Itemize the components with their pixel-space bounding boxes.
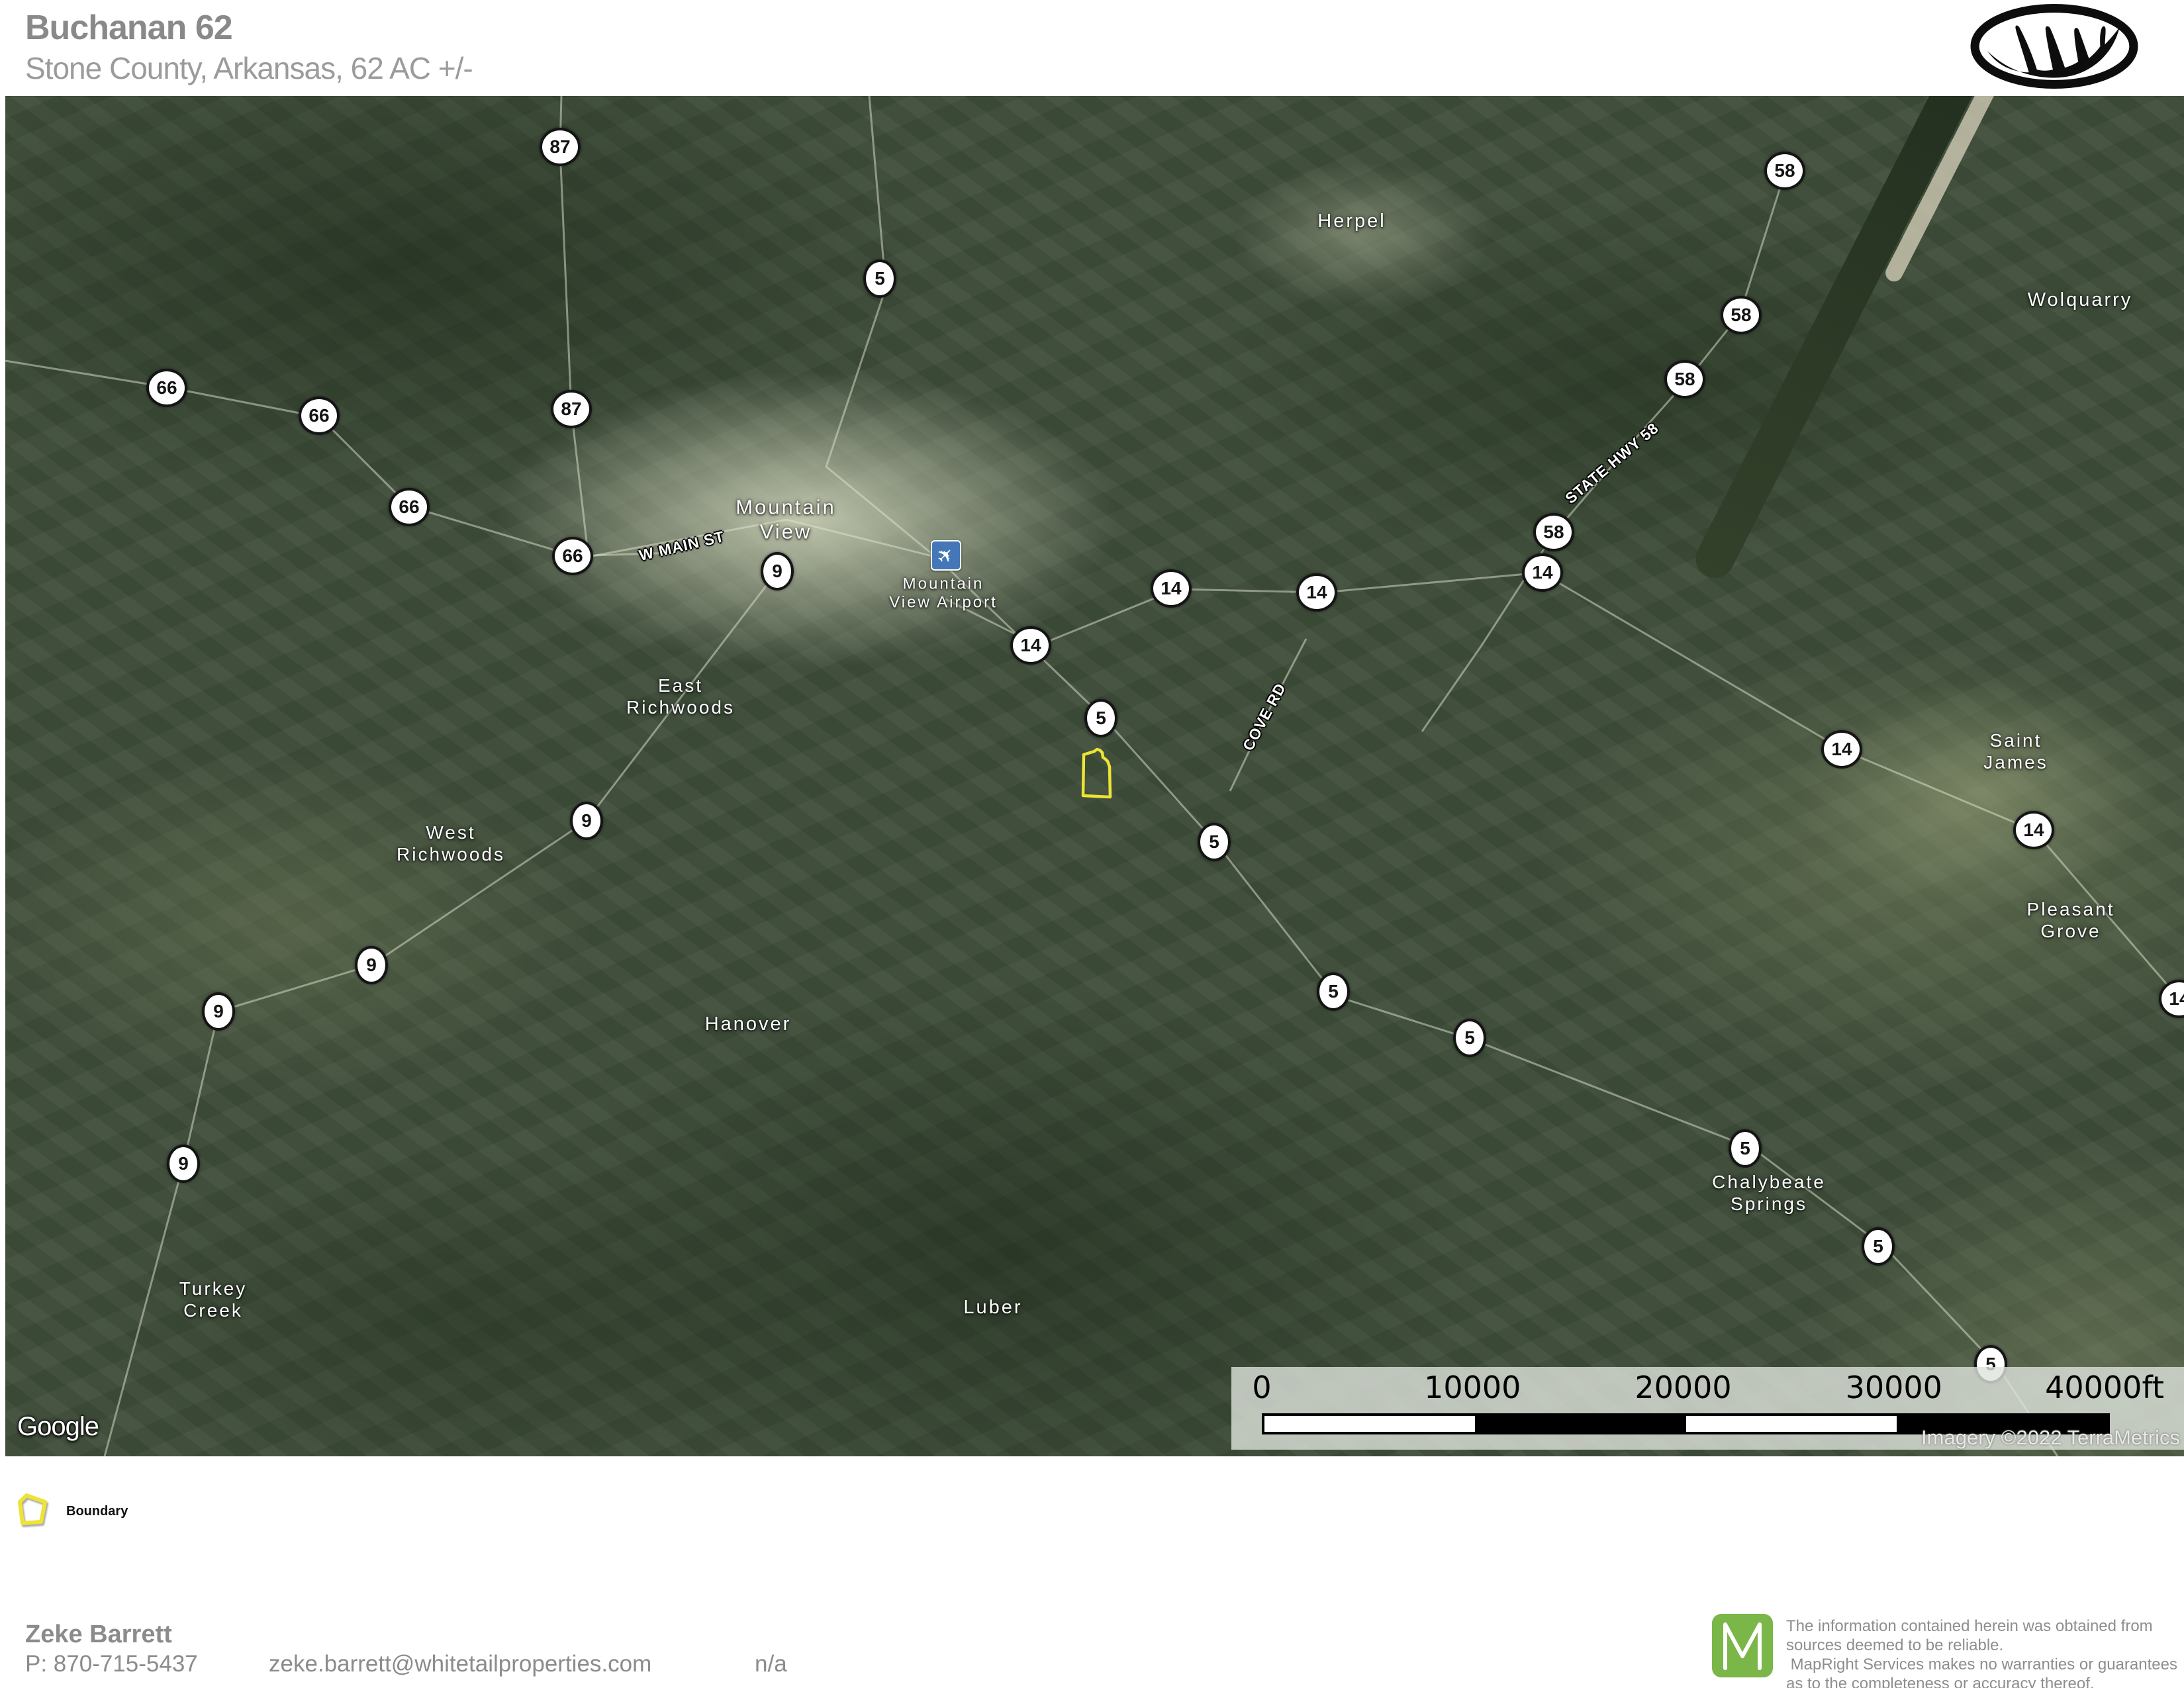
disclaimer-line: MapRight Services makes no warranties or… <box>1786 1655 2183 1674</box>
place-label-line: Luber <box>963 1296 1022 1319</box>
highway-shield-58: 58 <box>1533 513 1574 551</box>
highway-shield-58: 58 <box>1664 360 1705 399</box>
scale-segment <box>1475 1416 1685 1432</box>
scale-tick-30000: 30000 <box>1846 1370 1942 1408</box>
highway-shield-9: 9 <box>761 552 794 590</box>
boundary-legend-label: Boundary <box>66 1504 128 1519</box>
highway-shield-5: 5 <box>1453 1019 1486 1057</box>
place-label-hanover: Hanover <box>705 1013 792 1035</box>
highway-shield-9: 9 <box>570 802 603 840</box>
highway-shield-14: 14 <box>1821 730 1862 769</box>
scale-segment <box>1686 1416 1897 1432</box>
satellite-map[interactable]: ✈ 87875555555599999585858586666666614141… <box>5 96 2184 1456</box>
scale-tick-10000: 10000 <box>1424 1370 1521 1408</box>
highway-shield-66: 66 <box>552 537 593 575</box>
place-label-line: West <box>397 821 505 843</box>
agent-email[interactable]: zeke.barrett@whitetailproperties.com <box>269 1651 651 1677</box>
place-label-line: Saint <box>1983 729 2048 751</box>
place-label-chalybeate-springs: ChalybeateSprings <box>1712 1171 1826 1215</box>
place-label-line: East <box>626 675 735 696</box>
highway-shield-66: 66 <box>146 369 187 407</box>
highway-shield-5: 5 <box>863 259 896 298</box>
page-subtitle: Stone County, Arkansas, 62 AC +/- <box>25 50 473 86</box>
place-label-line: Pleasant <box>2027 898 2115 920</box>
place-label-line: Grove <box>2027 920 2115 942</box>
highway-shield-87: 87 <box>540 128 581 166</box>
scale-tick-20000: 20000 <box>1635 1370 1731 1408</box>
imagery-attribution: Imagery ©2022 TerraMetrics <box>1921 1426 2180 1450</box>
place-label-line: Chalybeate <box>1712 1171 1826 1193</box>
place-label-line: James <box>1983 751 2048 773</box>
mapright-logo-icon <box>1712 1614 1773 1677</box>
disclaimer-line: sources deemed to be reliable. <box>1786 1636 2183 1655</box>
place-label-mountain-view: MountainView <box>736 495 836 543</box>
place-label-line: Creek <box>179 1299 248 1321</box>
highway-shield-5: 5 <box>1084 699 1117 737</box>
disclaimer-text: The information contained herein was obt… <box>1786 1617 2183 1688</box>
highway-shield-14: 14 <box>1010 626 1051 665</box>
property-boundary-polygon[interactable] <box>1079 747 1119 806</box>
highway-shield-14: 14 <box>2013 811 2054 849</box>
property-map-report: Buchanan 62 Stone County, Arkansas, 62 A… <box>0 0 2184 1688</box>
scale-tick-40000ft: 40000ft <box>2045 1370 2164 1408</box>
highway-shield-9: 9 <box>167 1145 200 1183</box>
whitetail-antler-logo-icon <box>1968 3 2141 90</box>
page-title: Buchanan 62 <box>25 8 232 48</box>
place-label-line: Herpel <box>1317 210 1386 232</box>
scale-panel: 0 10000 20000 30000 40000ft Imagery ©2022 Te… <box>1231 1367 2184 1450</box>
scale-segment <box>1264 1416 1475 1432</box>
place-label-line: Mountain <box>736 495 836 520</box>
highway-shield-58: 58 <box>1721 296 1762 334</box>
airplane-glyph: ✈ <box>932 541 961 570</box>
highway-shield-66: 66 <box>299 397 340 435</box>
place-label-line: View Airport <box>889 594 998 612</box>
airport-icon: ✈ <box>931 540 961 571</box>
place-label-line: Springs <box>1712 1193 1826 1215</box>
agent-phone: P: 870-715-5437 <box>25 1651 198 1677</box>
highway-shield-58: 58 <box>1764 152 1805 190</box>
agent-name: Zeke Barrett <box>25 1620 172 1649</box>
highway-shield-5: 5 <box>1862 1227 1895 1266</box>
place-label-east-richwoods: EastRichwoods <box>626 675 735 718</box>
place-label-line: Hanover <box>705 1013 792 1035</box>
google-logo: Google <box>17 1412 99 1442</box>
highway-shield-9: 9 <box>202 992 235 1031</box>
highway-shield-5: 5 <box>1729 1129 1762 1168</box>
place-label-turkey-creek: TurkeyCreek <box>179 1278 248 1321</box>
place-label-line: Richwoods <box>397 843 505 865</box>
highway-shield-87: 87 <box>551 390 592 428</box>
place-label-west-richwoods: WestRichwoods <box>397 821 505 865</box>
agent-extra: n/a <box>755 1651 787 1677</box>
place-label-saint-james: SaintJames <box>1983 729 2048 773</box>
place-label-luber: Luber <box>963 1296 1022 1319</box>
place-label-line: View <box>736 520 836 544</box>
scale-tick-0: 0 <box>1252 1370 1271 1408</box>
highway-shield-5: 5 <box>1317 972 1350 1011</box>
highway-shield-14: 14 <box>1151 569 1192 608</box>
boundary-legend-icon <box>16 1493 49 1526</box>
highway-shield-9: 9 <box>355 946 388 984</box>
place-label-herpel: Herpel <box>1317 210 1386 232</box>
disclaimer-line: as to the completeness or accuracy there… <box>1786 1674 2183 1688</box>
highway-shield-14: 14 <box>1296 573 1337 612</box>
place-label-line: Richwoods <box>626 696 735 718</box>
highway-shield-5: 5 <box>1198 823 1231 861</box>
highway-shield-66: 66 <box>389 488 430 526</box>
place-label-line: Wolquarry <box>2028 289 2133 311</box>
place-label-line: Turkey <box>179 1278 248 1299</box>
disclaimer-line: The information contained herein was obt… <box>1786 1617 2183 1636</box>
place-label-line: Mountain <box>889 575 998 594</box>
place-label-wolquarry: Wolquarry <box>2028 289 2133 311</box>
highway-shield-14: 14 <box>1522 553 1563 592</box>
place-label-mountain-view-airport: MountainView Airport <box>889 575 998 613</box>
place-label-pleasant-grove: PleasantGrove <box>2027 898 2115 942</box>
